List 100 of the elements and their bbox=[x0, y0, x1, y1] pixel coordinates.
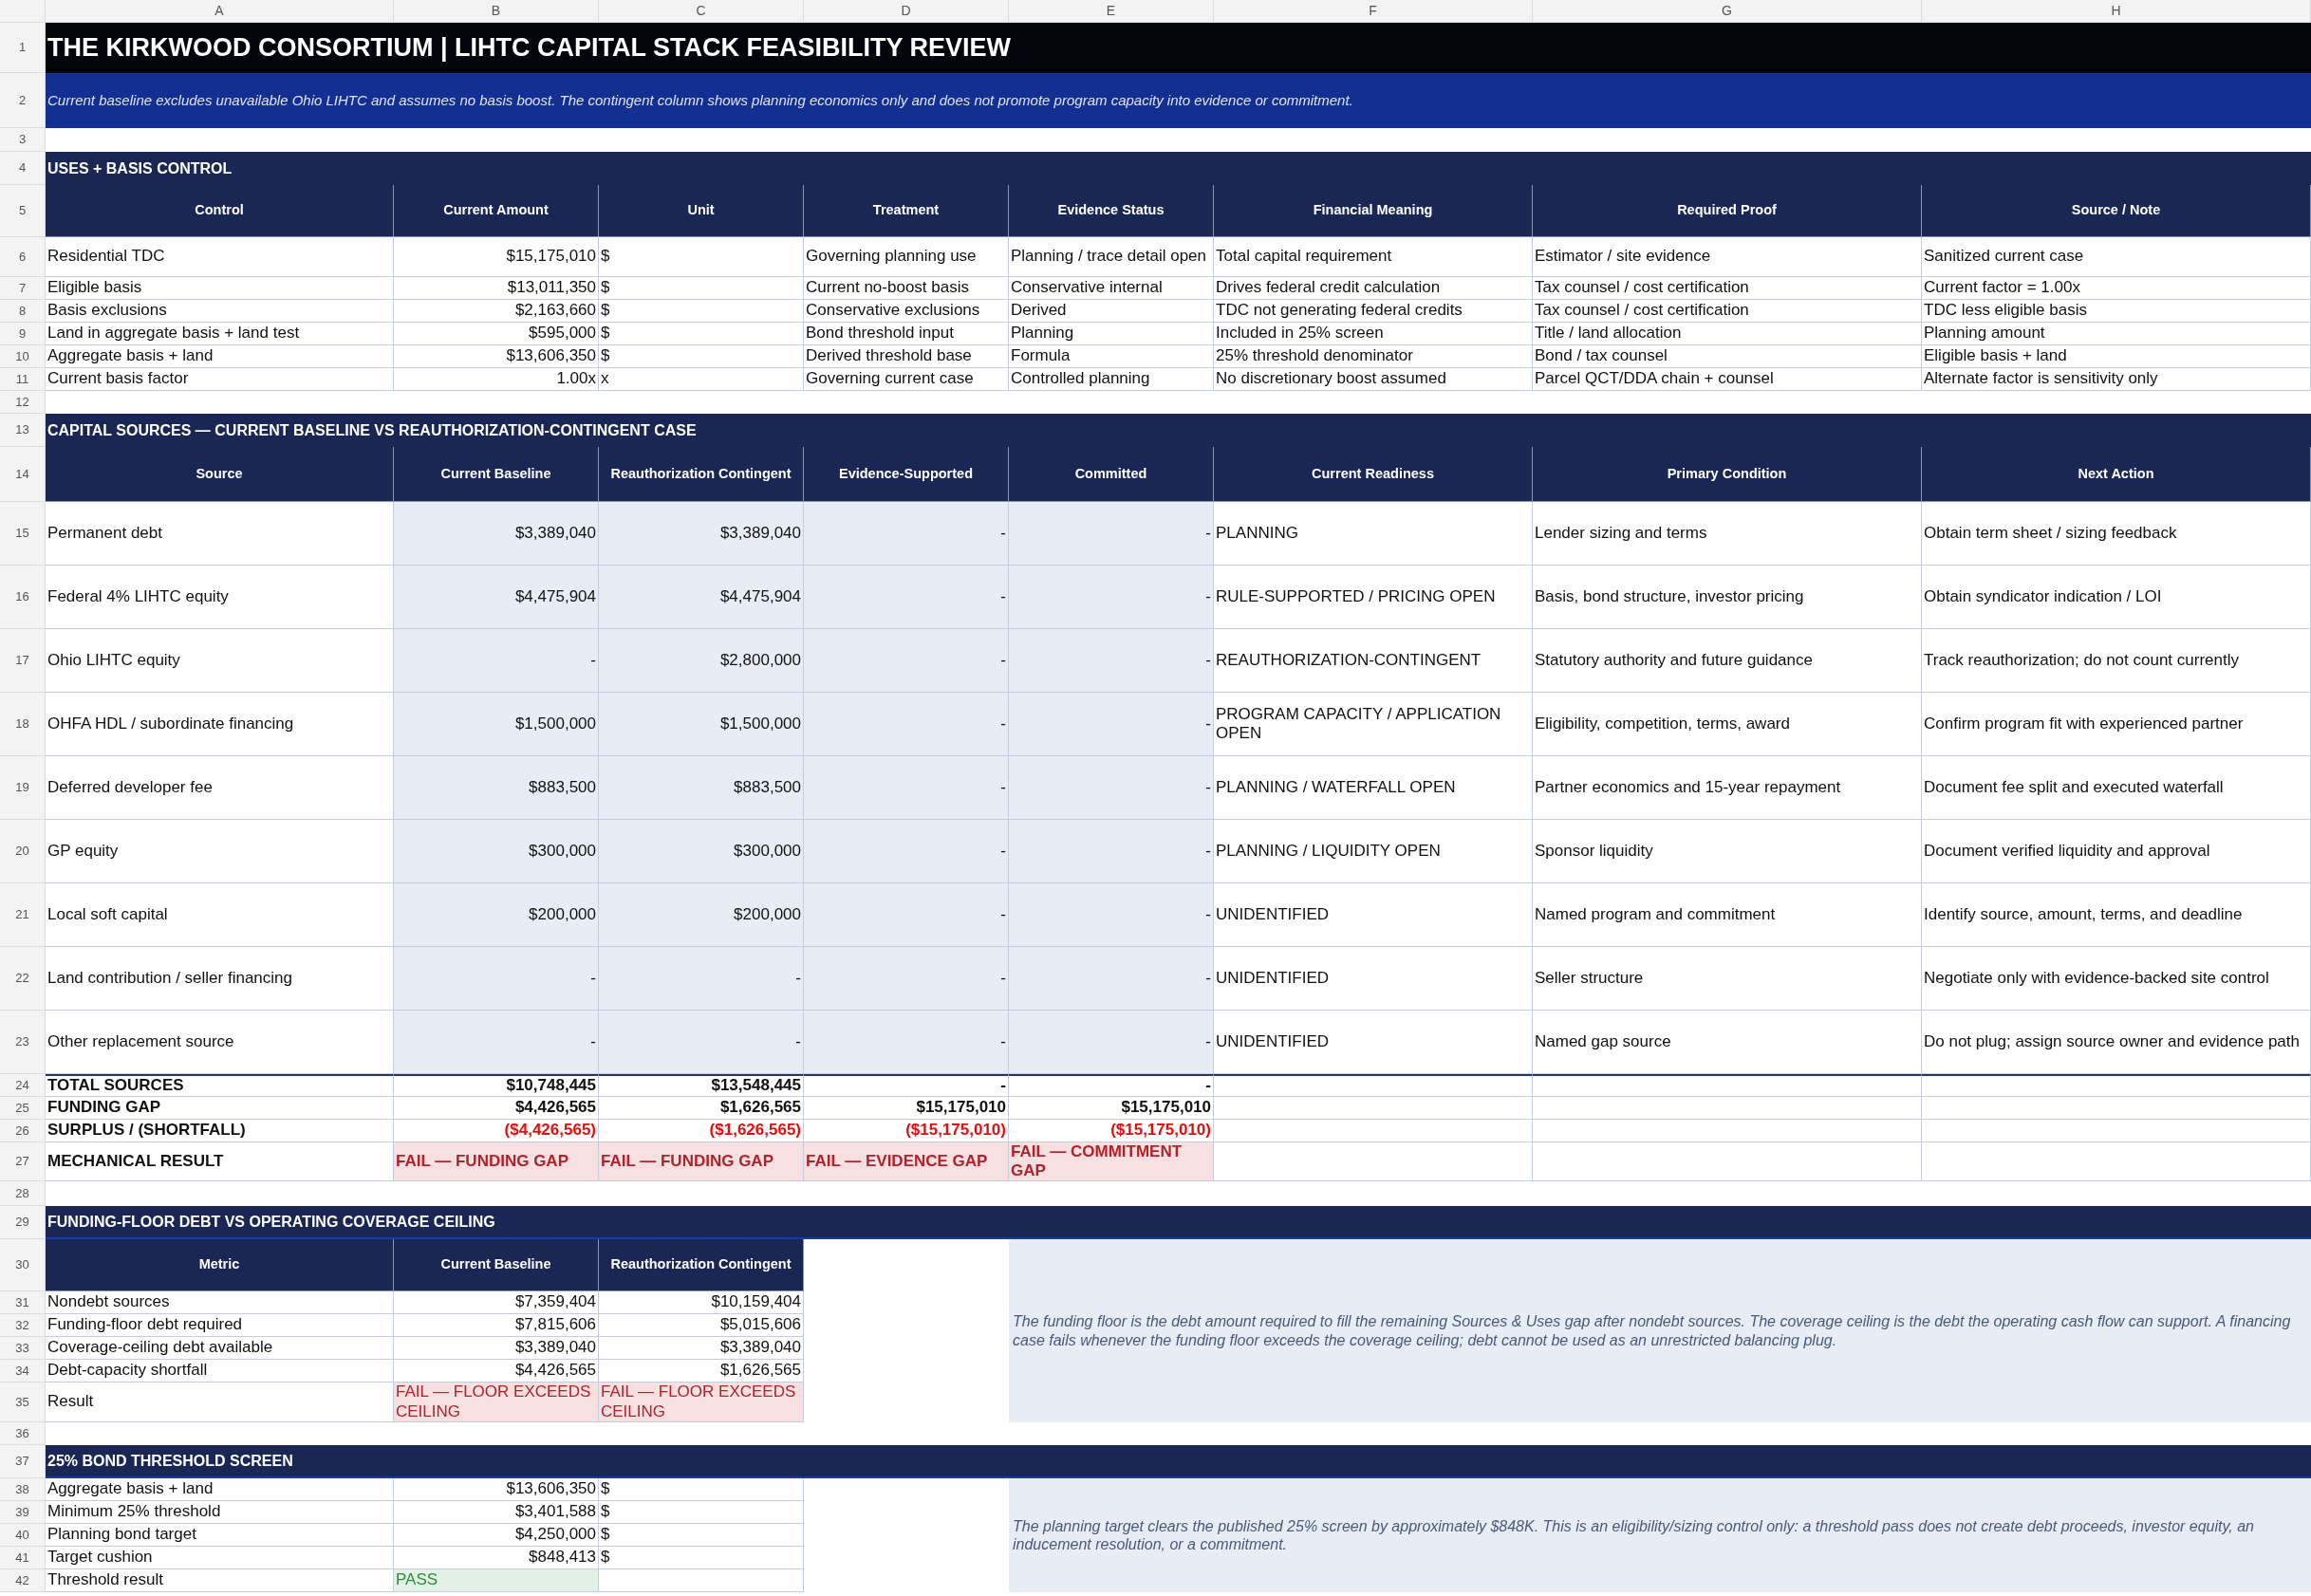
table-cell: $300,000 bbox=[599, 820, 804, 883]
table-cell: Identify source, amount, terms, and deadline bbox=[1922, 883, 2311, 947]
row-number[interactable]: 11 bbox=[0, 368, 46, 391]
table-cell: Basis, bond structure, investor pricing bbox=[1533, 566, 1922, 629]
column-header[interactable]: A bbox=[46, 0, 394, 23]
row-number[interactable]: 15 bbox=[0, 502, 46, 566]
table-cell: $3,389,040 bbox=[599, 502, 804, 566]
row-number[interactable]: 27 bbox=[0, 1142, 46, 1181]
row-number[interactable]: 36 bbox=[0, 1422, 46, 1445]
row-number[interactable]: 24 bbox=[0, 1074, 46, 1097]
row-number[interactable]: 29 bbox=[0, 1206, 46, 1239]
row-number[interactable]: 18 bbox=[0, 693, 46, 756]
row-number[interactable]: 2 bbox=[0, 73, 46, 128]
row-number[interactable]: 21 bbox=[0, 883, 46, 947]
row-number[interactable]: 30 bbox=[0, 1239, 46, 1291]
row-number[interactable]: 37 bbox=[0, 1445, 46, 1478]
row-number[interactable]: 4 bbox=[0, 152, 46, 185]
table-cell: Result bbox=[46, 1383, 394, 1422]
table-cell: - bbox=[804, 883, 1009, 947]
row-number[interactable]: 39 bbox=[0, 1501, 46, 1524]
table-cell: Governing current case bbox=[804, 368, 1009, 391]
row-number[interactable]: 42 bbox=[0, 1569, 46, 1592]
table-cell: PROGRAM CAPACITY / APPLICATION OPEN bbox=[1214, 693, 1533, 756]
table-cell: UNIDENTIFIED bbox=[1214, 947, 1533, 1011]
column-header[interactable]: F bbox=[1214, 0, 1533, 23]
table-cell: PLANNING / LIQUIDITY OPEN bbox=[1214, 820, 1533, 883]
table-cell: SURPLUS / (SHORTFALL) bbox=[46, 1120, 394, 1142]
section-title: FUNDING-FLOOR DEBT VS OPERATING COVERAGE CEILING bbox=[46, 1206, 2311, 1239]
row-number[interactable]: 33 bbox=[0, 1337, 46, 1360]
column-header[interactable]: H bbox=[1922, 0, 2311, 23]
table-cell: $10,159,404 bbox=[599, 1291, 804, 1314]
row-number[interactable]: 14 bbox=[0, 447, 46, 502]
table-cell: Document fee split and executed waterfall bbox=[1922, 756, 2311, 820]
row-number[interactable]: 13 bbox=[0, 414, 46, 447]
table-cell: $200,000 bbox=[394, 883, 599, 947]
column-heading: Evidence-Supported bbox=[804, 447, 1009, 502]
row-number[interactable]: 28 bbox=[0, 1181, 46, 1206]
row-number[interactable]: 12 bbox=[0, 391, 46, 414]
row-number[interactable]: 22 bbox=[0, 947, 46, 1011]
table-cell: - bbox=[599, 947, 804, 1011]
section-title: USES + BASIS CONTROL bbox=[46, 152, 2311, 185]
table-cell: Alternate factor is sensitivity only bbox=[1922, 368, 2311, 391]
column-heading: Current Baseline bbox=[394, 1239, 599, 1291]
row-number[interactable]: 8 bbox=[0, 300, 46, 323]
row-number[interactable]: 26 bbox=[0, 1120, 46, 1142]
row-number[interactable]: 6 bbox=[0, 237, 46, 277]
table-cell: Planning bond target bbox=[46, 1524, 394, 1547]
column-header[interactable]: E bbox=[1009, 0, 1214, 23]
table-cell: Seller structure bbox=[1533, 947, 1922, 1011]
table-cell: $3,401,588 bbox=[394, 1501, 599, 1524]
row-number[interactable]: 23 bbox=[0, 1011, 46, 1074]
row-number[interactable]: 10 bbox=[0, 345, 46, 368]
column-heading: Committed bbox=[1009, 447, 1214, 502]
row-number[interactable]: 1 bbox=[0, 23, 46, 73]
table-cell: Formula bbox=[1009, 345, 1214, 368]
row-number[interactable]: 40 bbox=[0, 1524, 46, 1547]
row-number[interactable]: 19 bbox=[0, 756, 46, 820]
table-cell: - bbox=[804, 502, 1009, 566]
row-number[interactable]: 38 bbox=[0, 1478, 46, 1501]
table-cell: - bbox=[804, 756, 1009, 820]
table-cell: Governing planning use bbox=[804, 237, 1009, 277]
table-cell: $2,163,660 bbox=[394, 300, 599, 323]
table-cell: x bbox=[599, 368, 804, 391]
table-cell: PLANNING / WATERFALL OPEN bbox=[1214, 756, 1533, 820]
table-cell: Obtain syndicator indication / LOI bbox=[1922, 566, 2311, 629]
column-heading: Metric bbox=[46, 1239, 394, 1291]
result-cell: FAIL — FLOOR EXCEEDS CEILING bbox=[394, 1383, 599, 1422]
table-cell: Nondebt sources bbox=[46, 1291, 394, 1314]
column-header[interactable]: G bbox=[1533, 0, 1922, 23]
table-cell: Eligibility, competition, terms, award bbox=[1533, 693, 1922, 756]
row-number[interactable]: 34 bbox=[0, 1360, 46, 1383]
table-cell: - bbox=[804, 693, 1009, 756]
row-number[interactable]: 5 bbox=[0, 185, 46, 237]
table-cell: TDC less eligible basis bbox=[1922, 300, 2311, 323]
table-cell: UNIDENTIFIED bbox=[1214, 1011, 1533, 1074]
row-number[interactable]: 3 bbox=[0, 128, 46, 152]
table-cell: Partner economics and 15-year repayment bbox=[1533, 756, 1922, 820]
table-cell: $ bbox=[599, 323, 804, 345]
table-cell: $2,800,000 bbox=[599, 629, 804, 693]
table-cell: Target cushion bbox=[46, 1547, 394, 1569]
corner-cell[interactable] bbox=[0, 0, 46, 23]
table-cell: $4,426,565 bbox=[394, 1097, 599, 1120]
table-cell: Aggregate basis + land bbox=[46, 345, 394, 368]
row-number[interactable]: 25 bbox=[0, 1097, 46, 1120]
row-number[interactable]: 16 bbox=[0, 566, 46, 629]
column-header[interactable]: B bbox=[394, 0, 599, 23]
row-number[interactable]: 35 bbox=[0, 1383, 46, 1422]
row-number[interactable]: 31 bbox=[0, 1291, 46, 1314]
row-number[interactable]: 20 bbox=[0, 820, 46, 883]
row-number[interactable]: 41 bbox=[0, 1547, 46, 1569]
row-number[interactable]: 17 bbox=[0, 629, 46, 693]
column-header[interactable]: C bbox=[599, 0, 804, 23]
section-title: CAPITAL SOURCES — CURRENT BASELINE VS REAUTHORIZATION-CONTINGENT CASE bbox=[46, 414, 2311, 447]
table-cell: - bbox=[394, 1011, 599, 1074]
table-cell: $15,175,010 bbox=[1009, 1097, 1214, 1120]
table-cell: $4,250,000 bbox=[394, 1524, 599, 1547]
row-number[interactable]: 7 bbox=[0, 277, 46, 300]
column-header[interactable]: D bbox=[804, 0, 1009, 23]
row-number[interactable]: 9 bbox=[0, 323, 46, 345]
row-number[interactable]: 32 bbox=[0, 1314, 46, 1337]
